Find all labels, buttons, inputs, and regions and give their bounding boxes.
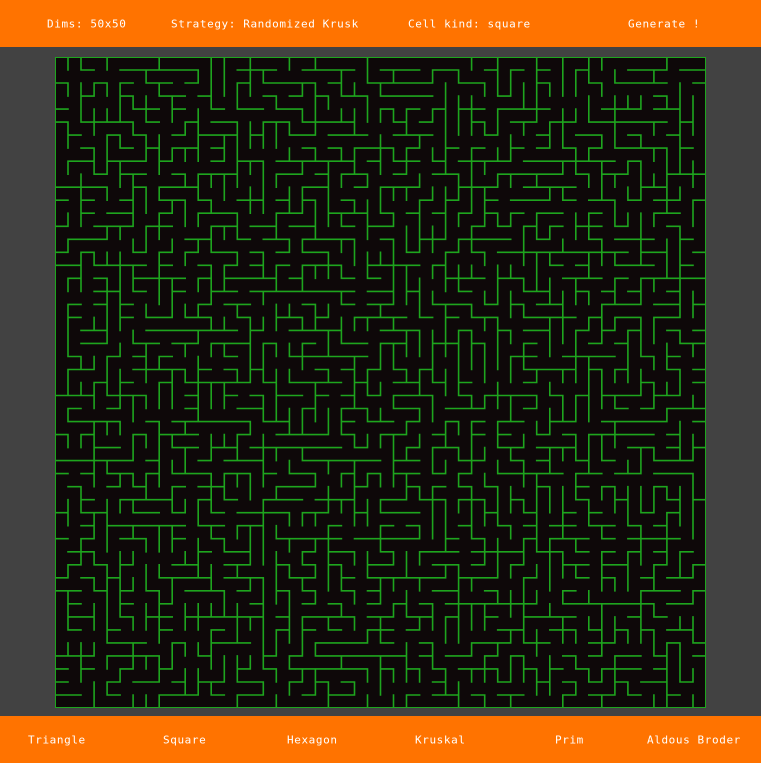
generate-button[interactable]: Generate ! — [628, 18, 700, 29]
triangle-button[interactable]: Triangle — [28, 734, 86, 745]
top-toolbar: Dims: 50x50 Strategy: Randomized Krusk C… — [0, 0, 761, 47]
cell-kind-label[interactable]: Cell kind: square — [408, 18, 531, 29]
maze-walls — [55, 57, 706, 708]
hexagon-button[interactable]: Hexagon — [287, 734, 338, 745]
aldous-broder-button[interactable]: Aldous Broder — [647, 734, 741, 745]
prim-button[interactable]: Prim — [555, 734, 584, 745]
maze-canvas — [55, 57, 706, 708]
maze — [55, 57, 706, 708]
bottom-toolbar: Triangle Square Hexagon Kruskal Prim Ald… — [0, 716, 761, 763]
kruskal-button[interactable]: Kruskal — [415, 734, 466, 745]
square-button[interactable]: Square — [163, 734, 206, 745]
strategy-label[interactable]: Strategy: Randomized Krusk — [171, 18, 359, 29]
dimensions-label[interactable]: Dims: 50x50 — [47, 18, 126, 29]
maze-inner-walls — [55, 57, 706, 708]
